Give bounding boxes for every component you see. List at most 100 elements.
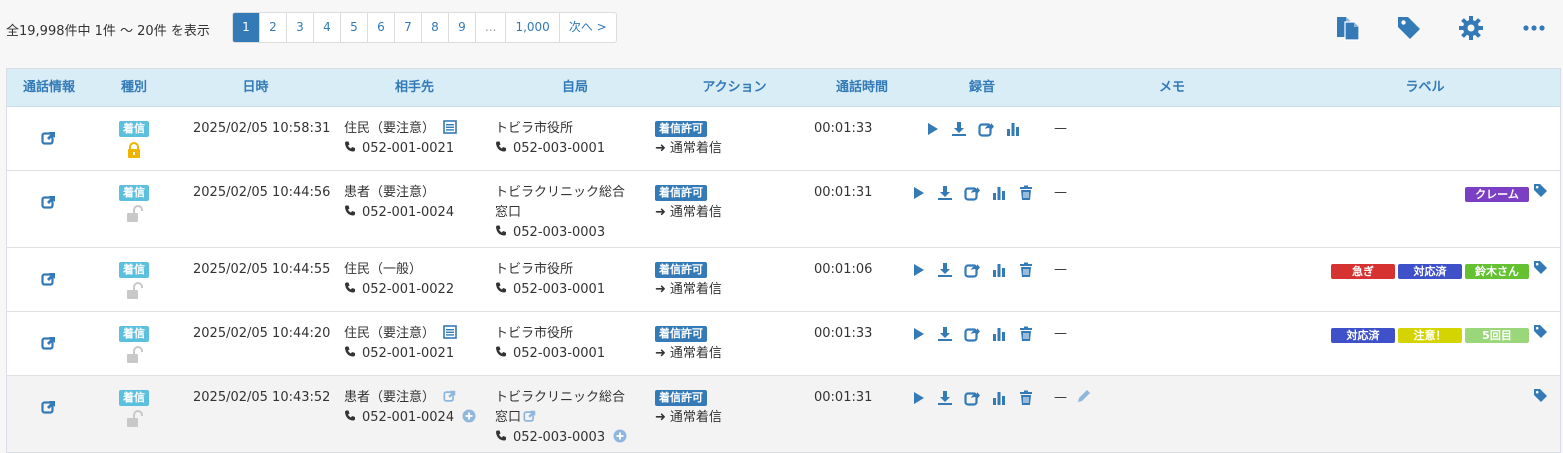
chart-icon[interactable]	[991, 185, 1007, 201]
download-icon[interactable]	[937, 262, 953, 278]
page-button-4[interactable]: 4	[314, 13, 341, 42]
external-link-icon[interactable]	[41, 271, 57, 287]
action-badge: 着信許可	[655, 121, 707, 137]
play-icon[interactable]	[910, 262, 926, 278]
chart-icon[interactable]	[1005, 121, 1021, 137]
add-circle-icon[interactable]	[613, 429, 627, 443]
share-icon[interactable]	[978, 121, 994, 137]
share-icon[interactable]	[964, 185, 980, 201]
pencil-icon[interactable]	[1077, 389, 1091, 403]
chart-icon[interactable]	[991, 326, 1007, 342]
gear-icon[interactable]	[1457, 14, 1485, 42]
type-badge: 着信	[119, 326, 149, 342]
call-info-cell	[7, 107, 91, 170]
page-button-3[interactable]: 3	[287, 13, 314, 42]
tag-icon[interactable]	[1533, 324, 1548, 339]
table-row: 着信 2025/02/05 10:44:20 住民（要注意） 052-001-0021…	[7, 312, 1560, 376]
unlock-icon[interactable]	[125, 346, 143, 364]
share-icon[interactable]	[964, 390, 980, 406]
page-button-5[interactable]: 5	[341, 13, 368, 42]
external-link-icon[interactable]	[523, 409, 537, 423]
action-cell: 着信許可 ➜ 通常着信	[655, 248, 814, 311]
tag-icon[interactable]	[1533, 260, 1548, 275]
play-icon[interactable]	[910, 326, 926, 342]
play-icon[interactable]	[910, 390, 926, 406]
party-cell: 患者（要注意） 052-001-0024	[334, 171, 495, 247]
action-text: 通常着信	[669, 410, 722, 425]
trash-icon[interactable]	[1018, 390, 1034, 406]
duration-cell: 00:01:33	[814, 326, 873, 341]
memo-cell: —	[1054, 248, 1290, 311]
station-name: トビラクリニック総合	[495, 390, 626, 405]
memo-text: —	[1054, 390, 1067, 405]
page-button-7[interactable]: 7	[395, 13, 422, 42]
page-button-1[interactable]: 1	[233, 13, 260, 42]
chart-icon[interactable]	[991, 390, 1007, 406]
play-icon[interactable]	[910, 185, 926, 201]
add-circle-icon[interactable]	[462, 409, 476, 423]
station-cell: トビラクリニック総合 窓口 052-003-0003	[495, 376, 655, 452]
party-cell: 住民（要注意） 052-001-0021	[334, 312, 495, 375]
download-icon[interactable]	[937, 390, 953, 406]
arrow-right-icon: ➜	[655, 346, 666, 361]
phone-icon	[344, 204, 356, 216]
external-link-icon[interactable]	[41, 335, 57, 351]
list-icon[interactable]	[443, 325, 457, 339]
arrow-right-icon: ➜	[655, 205, 666, 220]
page-button-9[interactable]: 9	[449, 13, 476, 42]
label-badge: 対応済	[1331, 328, 1395, 343]
label-badge: 注意！	[1398, 328, 1462, 343]
station-name: トビラ市役所	[495, 262, 574, 277]
share-icon[interactable]	[964, 326, 980, 342]
download-icon[interactable]	[937, 326, 953, 342]
unlock-icon[interactable]	[125, 205, 143, 223]
column-header: 自局	[561, 80, 588, 95]
recording-cell	[910, 248, 1054, 311]
lock-icon[interactable]	[125, 141, 143, 159]
external-link-icon[interactable]	[41, 194, 57, 210]
page-button-6[interactable]: 6	[368, 13, 395, 42]
external-link-icon[interactable]	[41, 130, 57, 146]
table-header: 通話情報 種別 日時 相手先 自局 アクション 通話時間 録音 メモ ラベル	[7, 69, 1560, 107]
chart-icon[interactable]	[991, 262, 1007, 278]
page-button-2[interactable]: 2	[260, 13, 287, 42]
phone-icon	[495, 281, 507, 293]
trash-icon[interactable]	[1018, 262, 1034, 278]
station-tel: 052-003-0001	[513, 282, 606, 297]
party-cell: 住民（要注意） 052-001-0021	[334, 107, 495, 170]
share-icon[interactable]	[964, 262, 980, 278]
station-tel: 052-003-0001	[513, 141, 606, 156]
phone-icon	[495, 429, 507, 441]
external-link-icon[interactable]	[443, 389, 457, 403]
next-page-button[interactable]: 次へ >	[560, 13, 616, 42]
arrow-right-icon: ➜	[655, 141, 666, 156]
memo-text: —	[1054, 121, 1067, 136]
action-text: 通常着信	[669, 205, 722, 220]
external-link-icon[interactable]	[41, 399, 57, 415]
arrow-right-icon: ➜	[655, 282, 666, 297]
action-cell: 着信許可 ➜ 通常着信	[655, 376, 814, 452]
top-bar: 全19,998件中 1件 〜 20件 を表示 1 2 3 4 5 6 7 8 9... 1,000…	[0, 0, 1563, 58]
memo-cell: —	[1054, 107, 1290, 170]
memo-cell: —	[1054, 312, 1290, 375]
tag-icon[interactable]	[1533, 183, 1548, 198]
type-cell: 着信	[91, 376, 177, 452]
label-badge: 5回目	[1465, 328, 1529, 343]
trash-icon[interactable]	[1018, 326, 1034, 342]
play-icon[interactable]	[924, 121, 940, 137]
download-icon[interactable]	[937, 185, 953, 201]
download-icon[interactable]	[951, 121, 967, 137]
more-icon[interactable]	[1520, 14, 1548, 42]
page-ellipsis: ...	[476, 13, 507, 42]
list-icon[interactable]	[443, 120, 457, 134]
trash-icon[interactable]	[1018, 185, 1034, 201]
page-button-8[interactable]: 8	[422, 13, 449, 42]
tag-icon[interactable]	[1533, 388, 1548, 403]
copy-icon[interactable]	[1333, 14, 1361, 42]
page-button-1000[interactable]: 1,000	[506, 13, 560, 42]
action-badge: 着信許可	[655, 262, 707, 278]
unlock-icon[interactable]	[125, 410, 143, 428]
unlock-icon[interactable]	[125, 282, 143, 300]
tag-icon[interactable]	[1395, 14, 1423, 42]
duration-cell: 00:01:06	[814, 262, 873, 277]
